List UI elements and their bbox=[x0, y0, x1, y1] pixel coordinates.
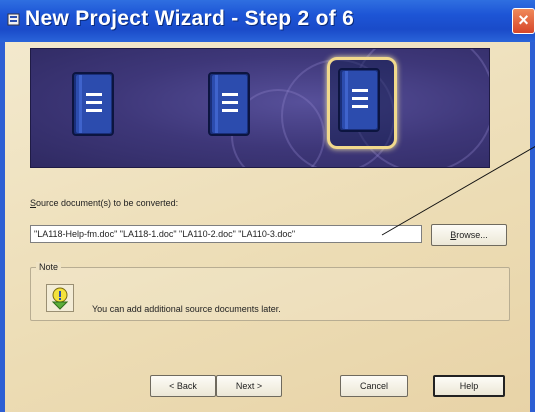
window-right-border bbox=[530, 42, 535, 412]
lightbulb-info-icon bbox=[46, 284, 74, 312]
wizard-window: New Project Wizard - Step 2 of 6 × Sourc… bbox=[0, 0, 535, 412]
next-button[interactable]: Next > bbox=[216, 375, 282, 397]
close-icon: × bbox=[518, 10, 529, 30]
selected-book-icon bbox=[338, 68, 380, 132]
book-icon bbox=[208, 72, 250, 136]
browse-label: rowse... bbox=[456, 230, 488, 240]
title-bar[interactable]: New Project Wizard - Step 2 of 6 × bbox=[0, 0, 535, 43]
help-button[interactable]: Help bbox=[433, 375, 505, 397]
note-label: Note bbox=[36, 262, 62, 272]
label-text: ource document(s) to be converted: bbox=[36, 198, 179, 208]
close-button[interactable]: × bbox=[512, 8, 535, 34]
browse-button[interactable]: Browse... bbox=[431, 224, 507, 246]
source-documents-input[interactable]: "LA118-Help-fm.doc" "LA118-1.doc" "LA110… bbox=[30, 225, 422, 243]
back-button[interactable]: < Back bbox=[150, 375, 216, 397]
wizard-banner bbox=[30, 48, 490, 168]
window-title: New Project Wizard - Step 2 of 6 bbox=[25, 7, 355, 30]
app-icon bbox=[7, 13, 20, 26]
note-text: You can add additional source documents … bbox=[92, 304, 281, 314]
source-documents-label: Source document(s) to be converted: bbox=[30, 198, 178, 208]
cancel-button[interactable]: Cancel bbox=[340, 375, 408, 397]
book-icon bbox=[72, 72, 114, 136]
